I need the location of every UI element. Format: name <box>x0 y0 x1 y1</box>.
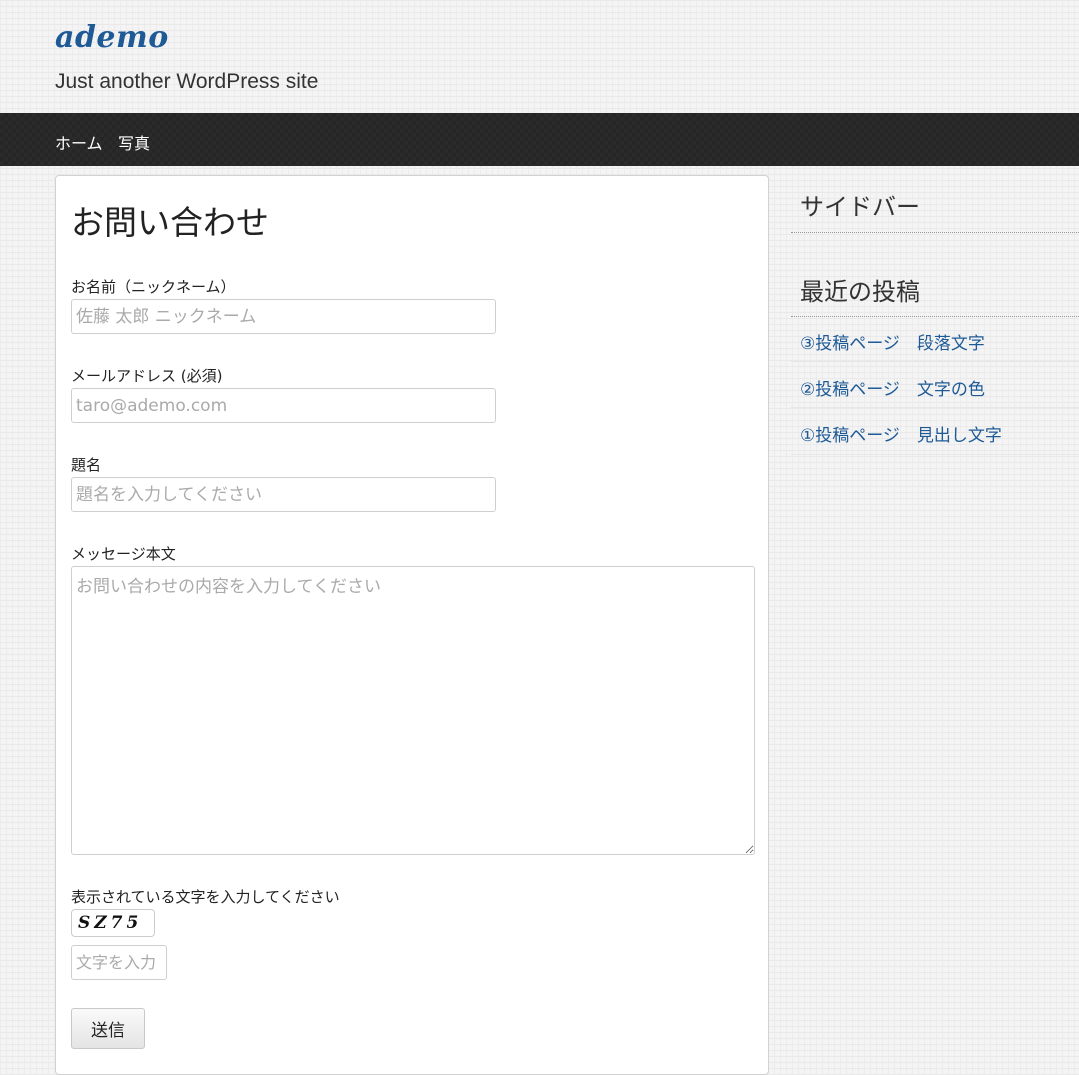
post-separator <box>791 407 1079 408</box>
submit-button[interactable]: 送信 <box>71 1008 145 1049</box>
main-navigation: ホーム 写真 <box>0 113 1079 166</box>
subject-input[interactable] <box>71 477 496 512</box>
recent-posts-divider <box>791 316 1079 317</box>
subject-label: 題名 <box>71 456 102 474</box>
message-label: メッセージ本文 <box>71 545 176 563</box>
recent-post-link[interactable]: ②投稿ページ 文字の色 <box>800 375 985 400</box>
page-title: お問い合わせ <box>71 203 269 242</box>
main-content: お問い合わせ お名前（ニックネーム） メールアドレス (必須) 題名 メッセージ… <box>55 175 769 1075</box>
site-description: Just another WordPress site <box>55 70 319 93</box>
post-separator <box>791 454 1079 455</box>
message-textarea[interactable] <box>71 566 755 855</box>
nav-item-photos[interactable]: 写真 <box>118 130 150 154</box>
sidebar-title: サイドバー <box>800 193 920 221</box>
captcha-input[interactable] <box>71 945 167 980</box>
captcha-label: 表示されている文字を入力してください <box>71 888 340 906</box>
site-header: ademo Just another WordPress site <box>0 0 1079 113</box>
recent-posts-title: 最近の投稿 <box>800 278 920 306</box>
post-separator <box>791 361 1079 362</box>
name-label: お名前（ニックネーム） <box>71 278 236 296</box>
email-input[interactable] <box>71 388 496 423</box>
nav-item-home[interactable]: ホーム <box>55 130 103 154</box>
sidebar-divider <box>791 232 1079 233</box>
email-label: メールアドレス (必須) <box>71 367 223 385</box>
captcha-image: SZ75 <box>71 909 155 937</box>
recent-post-link[interactable]: ③投稿ページ 段落文字 <box>800 329 985 354</box>
name-input[interactable] <box>71 299 496 334</box>
site-title-link[interactable]: ademo <box>55 20 169 55</box>
recent-post-link[interactable]: ①投稿ページ 見出し文字 <box>800 421 1002 446</box>
